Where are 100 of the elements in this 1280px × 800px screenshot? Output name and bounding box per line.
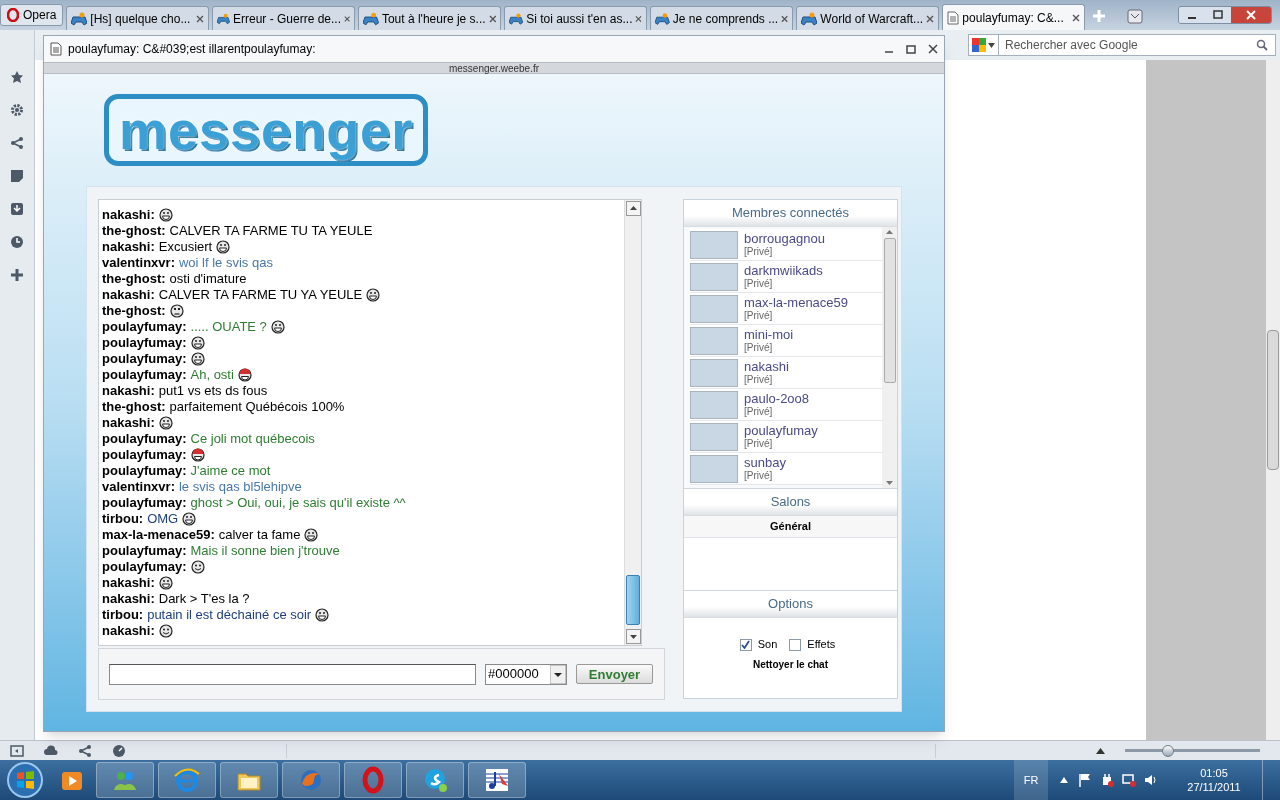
- plus-icon[interactable]: [10, 268, 24, 282]
- face-with-hat-icon: [237, 367, 252, 382]
- scroll-up-icon[interactable]: [626, 201, 641, 216]
- username: poulayfumay:: [102, 462, 187, 479]
- username: the-ghost:: [102, 222, 166, 239]
- caret-icon: [550, 664, 566, 684]
- zoom-out-icon[interactable]: [1096, 747, 1105, 754]
- page-icon: [947, 10, 960, 25]
- message-text: Dark > T'es la ?: [158, 590, 250, 607]
- username: the-ghost:: [102, 270, 166, 287]
- panel-toggle-icon[interactable]: [10, 743, 24, 758]
- scrollbar[interactable]: [882, 227, 897, 488]
- browser-tab[interactable]: Si toi aussi t'en as...: [504, 6, 648, 30]
- member-name[interactable]: max-la-menace59: [744, 295, 849, 310]
- clock-icon[interactable]: [10, 235, 24, 249]
- member-name[interactable]: borrougagnou: [744, 231, 825, 246]
- taskbar-button[interactable]: [406, 762, 464, 798]
- browser-tab[interactable]: [Hs] quelque cho...: [66, 6, 210, 30]
- avatar-placeholder: [690, 294, 738, 323]
- username: the-ghost:: [102, 398, 166, 415]
- member-name[interactable]: darkmwiikads: [744, 263, 823, 278]
- scrollbar-thumb[interactable]: [626, 575, 640, 625]
- close-icon[interactable]: [1231, 7, 1271, 23]
- send-button[interactable]: Envoyer: [576, 664, 653, 684]
- google-logo-icon: [972, 38, 986, 52]
- color-dropdown[interactable]: #000000: [485, 663, 567, 685]
- network-icon[interactable]: [1122, 773, 1136, 787]
- avatar-placeholder: [690, 358, 738, 387]
- message-text: Mais il sonne bien j'trouve: [190, 542, 340, 559]
- member-name[interactable]: mini-moi: [744, 327, 794, 342]
- scroll-up-icon[interactable]: [886, 230, 893, 234]
- search-field[interactable]: Rechercher avec Google: [999, 34, 1276, 56]
- speaker-icon[interactable]: [1144, 773, 1158, 787]
- scroll-down-icon[interactable]: [626, 629, 641, 644]
- browser-tab[interactable]: Erreur - Guerre de...: [212, 6, 356, 30]
- private-message-link[interactable]: [Privé]: [744, 245, 825, 258]
- member-name[interactable]: nakashi: [744, 359, 789, 374]
- member-name[interactable]: poulayfumay: [744, 423, 818, 438]
- note-icon[interactable]: [10, 169, 24, 183]
- browser-tab[interactable]: Je ne comprends ...: [650, 6, 794, 30]
- scrollbar-thumb[interactable]: [1267, 330, 1279, 470]
- star-icon[interactable]: [10, 70, 24, 84]
- download-icon[interactable]: [10, 202, 24, 216]
- scrollbar[interactable]: [624, 200, 641, 645]
- message-text: CALVER TA FARME TU YA YEULE: [158, 286, 363, 303]
- share-icon[interactable]: [78, 743, 92, 758]
- speedometer-icon[interactable]: [112, 743, 126, 758]
- message-text: Ce joli mot québecois: [190, 430, 315, 447]
- clock[interactable]: 01:05 27/11/2011: [1174, 766, 1254, 794]
- browser-tab[interactable]: Tout à l'heure je s...: [358, 6, 502, 30]
- music-note-icon: [483, 766, 511, 794]
- message-text: put1 vs ets ds fous: [158, 382, 268, 399]
- slider-thumb[interactable]: [1162, 744, 1175, 757]
- private-message-link[interactable]: [Privé]: [744, 469, 786, 482]
- close-icon: [344, 14, 351, 23]
- grinning-face-icon: [216, 239, 231, 254]
- search-engine-button[interactable]: [968, 34, 999, 56]
- avatar-placeholder: [690, 454, 738, 483]
- message-text: woi lf le svis qas: [179, 254, 273, 271]
- cloud-icon[interactable]: [44, 743, 58, 758]
- message-text: CALVER TA FARME TU TA YEULE: [169, 222, 373, 239]
- private-message-link[interactable]: [Privé]: [744, 309, 849, 322]
- checkbox[interactable]: [789, 638, 802, 651]
- share-icon[interactable]: [10, 136, 24, 150]
- close-icon: [196, 14, 205, 23]
- private-message-link[interactable]: [Privé]: [744, 341, 794, 354]
- scrollbar-thumb[interactable]: [883, 238, 896, 383]
- show-hidden-icons-icon[interactable]: [1060, 777, 1068, 783]
- power-plug-icon[interactable]: [1100, 773, 1114, 787]
- checkbox[interactable]: [739, 638, 752, 651]
- username: nakashi:: [102, 206, 155, 223]
- private-message-link[interactable]: [Privé]: [744, 437, 818, 450]
- taskbar-button[interactable]: [468, 762, 526, 798]
- member-name[interactable]: sunbay: [744, 455, 786, 470]
- maximize-icon[interactable]: [906, 44, 916, 54]
- clear-chat-link[interactable]: Nettoyer le chat: [753, 656, 828, 672]
- opera-menu-button[interactable]: Opera: [0, 4, 64, 26]
- member-name[interactable]: paulo-2oo8: [744, 391, 810, 406]
- taskbar-button[interactable]: [220, 762, 278, 798]
- browser-tab[interactable]: poulayfumay: C&...: [942, 4, 1086, 30]
- gamepad-icon: [801, 11, 818, 26]
- private-message-link[interactable]: [Privé]: [744, 373, 789, 386]
- flag-icon[interactable]: [1078, 773, 1092, 787]
- username: poulayfumay:: [102, 430, 187, 447]
- grinning-face-icon: [315, 607, 330, 622]
- private-message-link[interactable]: [Privé]: [744, 405, 810, 418]
- start-button-icon[interactable]: [6, 761, 44, 799]
- browser-tab[interactable]: World of Warcraft...: [796, 6, 940, 30]
- close-icon[interactable]: [928, 44, 938, 54]
- room-item[interactable]: Général: [684, 516, 897, 538]
- scroll-down-icon[interactable]: [886, 481, 893, 485]
- message-input[interactable]: [109, 663, 476, 685]
- zoom-slider[interactable]: [1125, 743, 1260, 758]
- settings-icon[interactable]: [10, 103, 24, 117]
- search-icon[interactable]: [1256, 39, 1268, 51]
- minimize-icon[interactable]: [1179, 7, 1205, 23]
- private-message-link[interactable]: [Privé]: [744, 277, 823, 290]
- page-url: messenger.weebe.fr: [448, 63, 540, 73]
- grinning-face-icon: [182, 511, 197, 526]
- restore-icon[interactable]: [1205, 7, 1231, 23]
